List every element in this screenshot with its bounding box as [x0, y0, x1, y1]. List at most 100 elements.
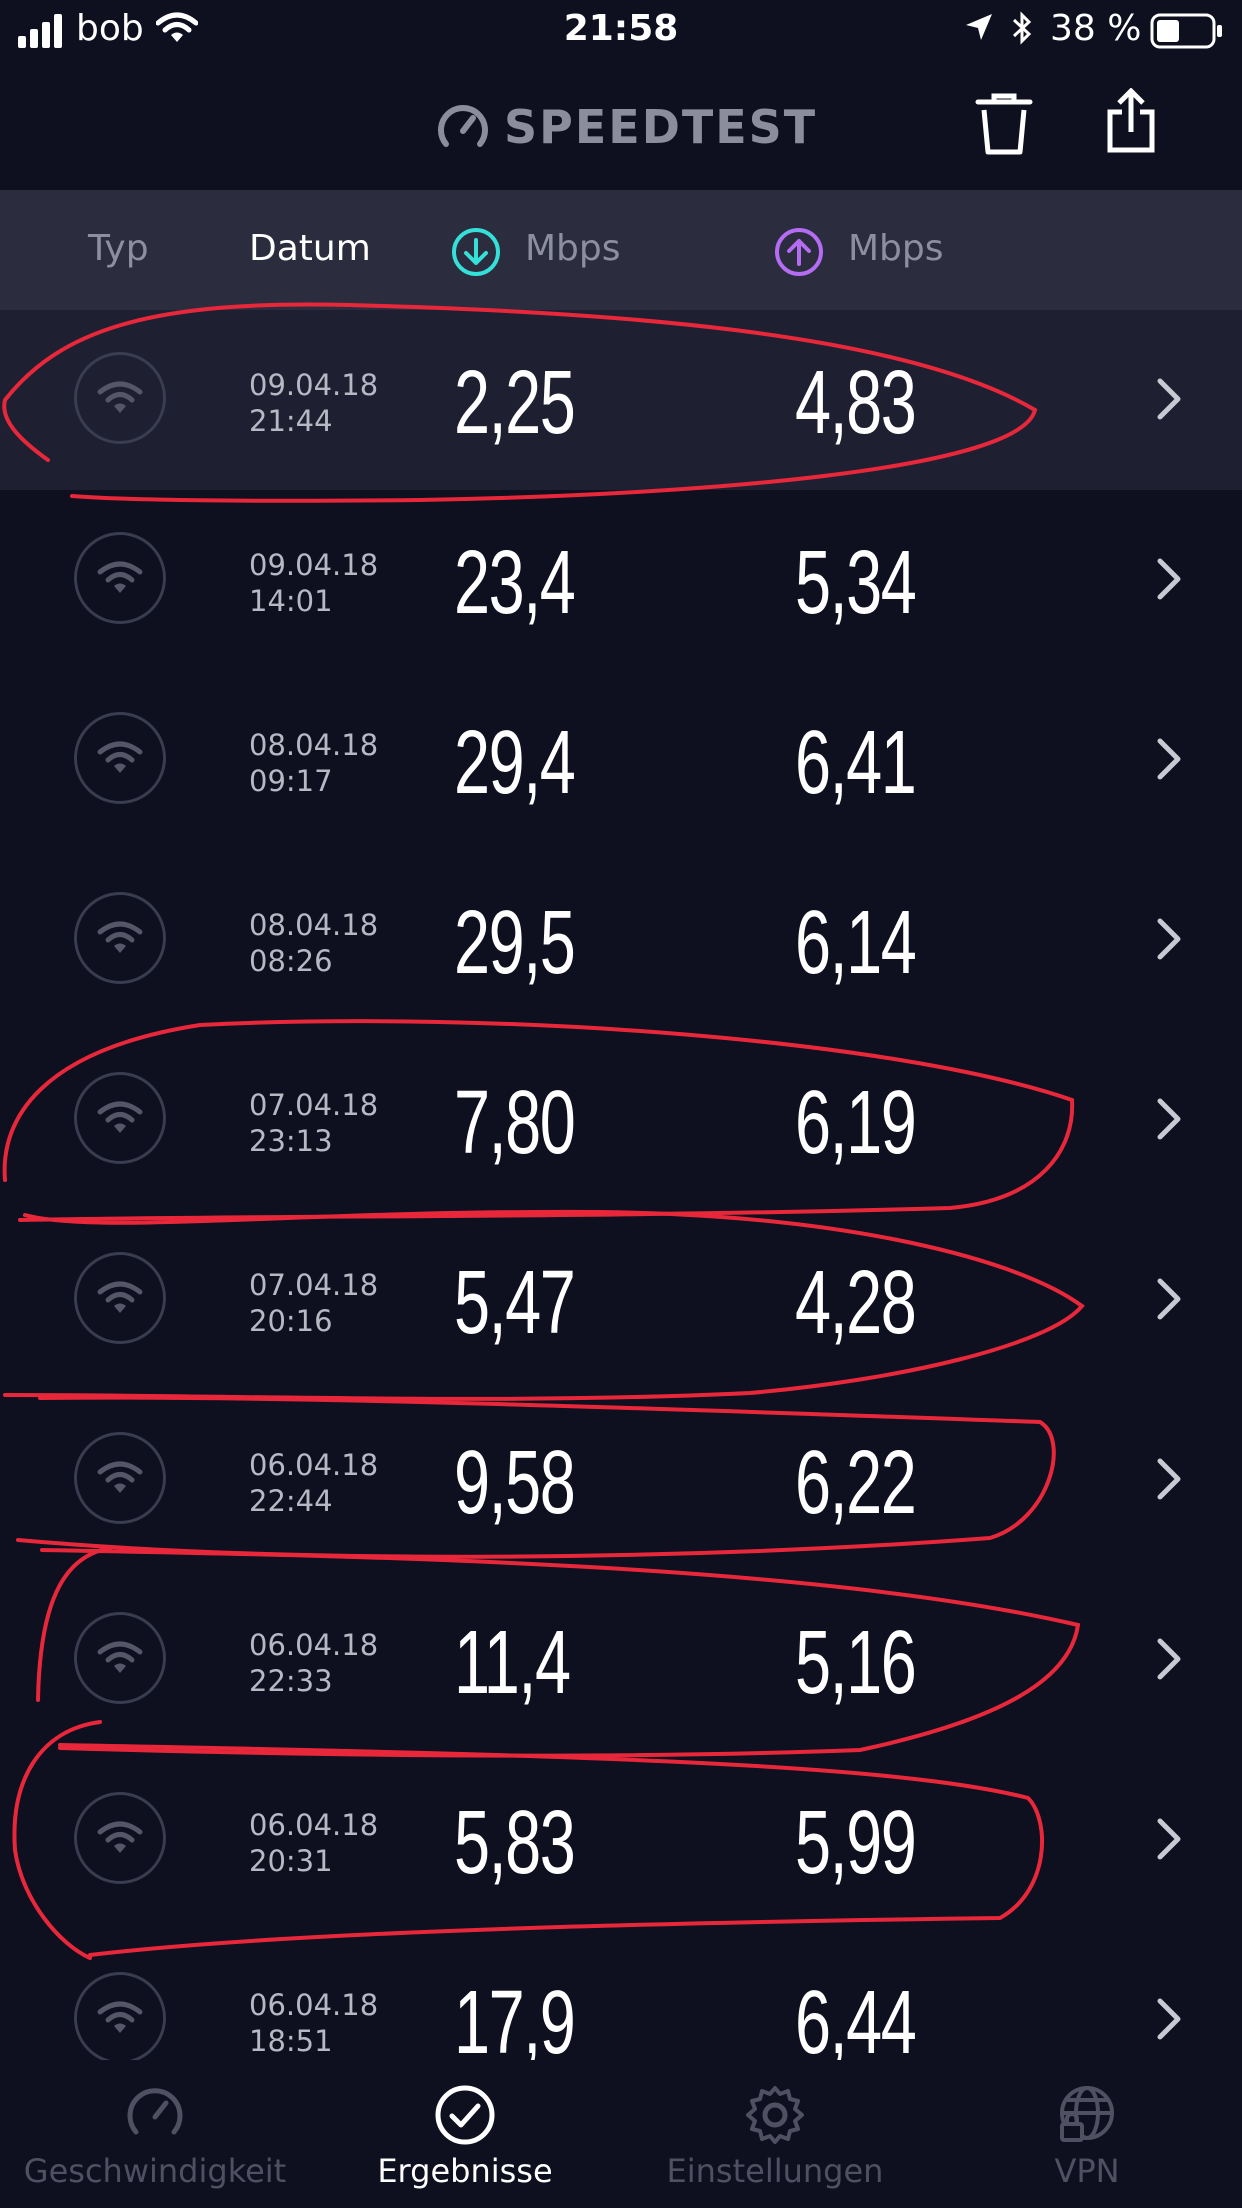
result-download: 5,47	[454, 1253, 576, 1353]
result-download: 11,4	[454, 1613, 571, 1713]
tab-results[interactable]: Ergebnisse	[310, 2060, 620, 2208]
result-upload: 5,99	[795, 1793, 917, 1893]
column-type[interactable]: Typ	[88, 228, 149, 269]
result-date: 07.04.18	[249, 1268, 379, 1302]
chevron-right-icon[interactable]	[1154, 376, 1184, 426]
chevron-right-icon[interactable]	[1154, 1636, 1184, 1686]
wifi-connection-icon	[74, 1792, 166, 1884]
result-time: 09:17	[249, 764, 333, 798]
wifi-connection-icon	[74, 532, 166, 624]
speedometer-icon	[127, 2088, 183, 2135]
result-date: 09.04.18	[249, 368, 379, 402]
result-upload: 6,19	[795, 1073, 917, 1173]
download-arrow-icon	[452, 228, 500, 276]
result-date: 07.04.18	[249, 1088, 379, 1122]
result-time: 20:31	[249, 1844, 333, 1878]
upload-arrow-icon	[775, 228, 823, 276]
battery-icon	[1150, 13, 1222, 49]
result-download: 29,4	[454, 713, 576, 813]
result-time: 22:33	[249, 1664, 333, 1698]
tab-speed-label: Geschwindigkeit	[23, 2152, 287, 2190]
wifi-connection-icon	[74, 712, 166, 804]
column-upload-mbps[interactable]: Mbps	[848, 228, 944, 269]
share-icon[interactable]	[1104, 88, 1158, 154]
result-row[interactable]: 06.04.18 22:33 11,4 5,16	[0, 1570, 1242, 1750]
result-row[interactable]: 07.04.18 20:16 5,47 4,28	[0, 1210, 1242, 1390]
result-download: 7,80	[454, 1073, 576, 1173]
result-row[interactable]: 08.04.18 08:26 29,5 6,14	[0, 850, 1242, 1030]
result-date: 08.04.18	[249, 908, 379, 942]
chevron-right-icon[interactable]	[1154, 736, 1184, 786]
results-list: 09.04.18 21:44 2,25 4,83 09.04.18 14:01 23,4 5,…	[0, 310, 1242, 2060]
wifi-connection-icon	[74, 1072, 166, 1164]
column-download-mbps[interactable]: Mbps	[525, 228, 621, 269]
trash-icon[interactable]	[974, 92, 1034, 158]
wifi-connection-icon	[74, 892, 166, 984]
result-date: 09.04.18	[249, 548, 379, 582]
result-upload: 5,34	[795, 533, 917, 633]
chevron-right-icon[interactable]	[1154, 916, 1184, 966]
results-column-header: Typ Datum Mbps Mbps	[0, 190, 1242, 310]
column-date[interactable]: Datum	[249, 228, 371, 269]
wifi-connection-icon	[74, 1612, 166, 1704]
result-row[interactable]: 08.04.18 09:17 29,4 6,41	[0, 670, 1242, 850]
result-download: 23,4	[454, 533, 576, 633]
status-bar: bob 21:58 38 %	[0, 0, 1242, 66]
wifi-connection-icon	[74, 1972, 166, 2060]
result-date: 06.04.18	[249, 1628, 379, 1662]
result-time: 23:13	[249, 1124, 333, 1158]
tab-settings[interactable]: Einstellungen	[620, 2060, 930, 2208]
location-arrow-icon	[966, 14, 992, 40]
result-download: 17,9	[454, 1973, 576, 2060]
globe-lock-icon	[1060, 2086, 1114, 2142]
tab-settings-label: Einstellungen	[666, 2152, 884, 2190]
result-row[interactable]: 06.04.18 22:44 9,58 6,22	[0, 1390, 1242, 1570]
result-upload: 4,83	[795, 353, 917, 453]
result-upload: 6,44	[795, 1973, 917, 2060]
result-row[interactable]: 06.04.18 20:31 5,83 5,99	[0, 1750, 1242, 1930]
result-time: 08:26	[249, 944, 333, 978]
result-upload: 4,28	[795, 1253, 917, 1353]
result-upload: 6,41	[795, 713, 917, 813]
result-date: 06.04.18	[249, 1448, 379, 1482]
result-row[interactable]: 07.04.18 23:13 7,80 6,19	[0, 1030, 1242, 1210]
battery-percent: 38 %	[1050, 8, 1142, 49]
result-upload: 6,22	[795, 1433, 917, 1533]
result-date: 06.04.18	[249, 1988, 379, 2022]
result-download: 2,25	[454, 353, 576, 453]
chevron-right-icon[interactable]	[1154, 1816, 1184, 1866]
result-row[interactable]: 09.04.18 14:01 23,4 5,34	[0, 490, 1242, 670]
tab-results-label: Ergebnisse	[377, 2152, 553, 2190]
tab-vpn-label: VPN	[1054, 2152, 1120, 2190]
result-time: 22:44	[249, 1484, 333, 1518]
result-download: 9,58	[454, 1433, 576, 1533]
result-date: 06.04.18	[249, 1808, 379, 1842]
result-upload: 5,16	[795, 1613, 917, 1713]
result-download: 29,5	[454, 893, 576, 993]
result-row[interactable]: 06.04.18 18:51 17,9 6,44	[0, 1930, 1242, 2060]
wifi-connection-icon	[74, 1432, 166, 1524]
result-time: 21:44	[249, 404, 333, 438]
tab-speed[interactable]: Geschwindigkeit	[0, 2060, 310, 2208]
result-time: 20:16	[249, 1304, 333, 1338]
chevron-right-icon[interactable]	[1154, 1096, 1184, 1146]
result-time: 14:01	[249, 584, 333, 618]
speedtest-logo: SPEEDTEST	[436, 100, 817, 154]
app-title: SPEEDTEST	[504, 100, 818, 154]
result-date: 08.04.18	[249, 728, 379, 762]
result-download: 5,83	[454, 1793, 576, 1893]
gear-icon	[746, 2086, 804, 2144]
result-time: 18:51	[249, 2024, 333, 2058]
chevron-right-icon[interactable]	[1154, 1456, 1184, 1506]
chevron-right-icon[interactable]	[1154, 556, 1184, 606]
tab-vpn[interactable]: VPN	[932, 2060, 1242, 2208]
wifi-connection-icon	[74, 1252, 166, 1344]
check-circle-icon	[435, 2085, 495, 2145]
app-header: SPEEDTEST	[0, 66, 1242, 190]
result-upload: 6,14	[795, 893, 917, 993]
chevron-right-icon[interactable]	[1154, 1276, 1184, 1326]
gauge-logo-icon	[438, 105, 488, 147]
chevron-right-icon[interactable]	[1154, 1996, 1184, 2046]
tab-bar: Geschwindigkeit Ergebnisse Einstellungen…	[0, 2060, 1242, 2208]
result-row[interactable]: 09.04.18 21:44 2,25 4,83	[0, 310, 1242, 490]
